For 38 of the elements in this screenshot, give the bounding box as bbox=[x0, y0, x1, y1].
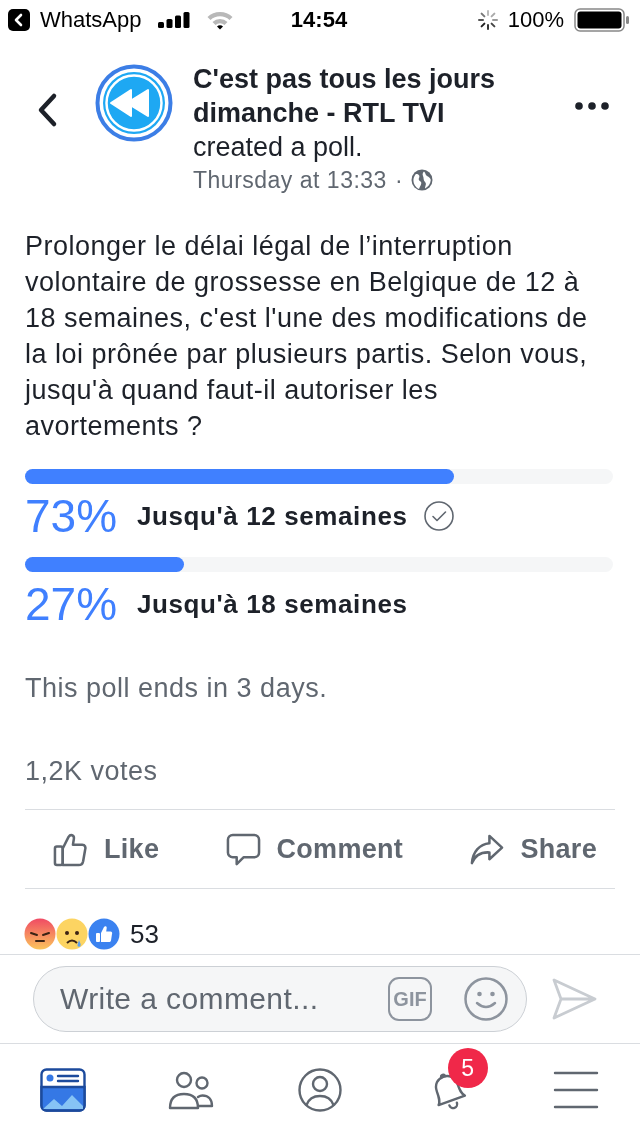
thumbs-up-icon bbox=[53, 831, 88, 867]
post-text: Prolonger le délai légal de l’interruption volontaire de grossesse en Belgique de 12 à 18 semaines, c'est l'une des modifications de la loi prônée par plusieurs partis. Selon vous, jusqu'à quand faut-il autoriser les avortements ? bbox=[23, 230, 589, 443]
post-timestamp[interactable]: Thursday at 13:33 bbox=[193, 166, 387, 194]
poll-option-label[interactable]: Jusqu'à 12 semaines bbox=[137, 500, 408, 532]
poll-end-notice: This poll ends in 3 days. bbox=[25, 673, 329, 703]
wifi-icon bbox=[205, 10, 234, 30]
share-button[interactable]: Share bbox=[469, 827, 597, 871]
more-options-icon[interactable] bbox=[575, 102, 609, 110]
back-app-label[interactable]: WhatsApp bbox=[40, 7, 142, 33]
feed-tab[interactable] bbox=[40, 1068, 86, 1112]
like-button[interactable]: Like bbox=[53, 827, 160, 871]
like-reaction-icon bbox=[88, 918, 120, 950]
sad-emoji-icon bbox=[56, 918, 88, 950]
profile-icon bbox=[296, 1068, 343, 1112]
angry-emoji-icon bbox=[24, 918, 56, 950]
smiley-icon[interactable] bbox=[464, 977, 508, 1021]
notification-badge: 5 bbox=[447, 1048, 488, 1088]
rewind-logo-icon[interactable] bbox=[95, 64, 173, 142]
poll-option-label[interactable]: Jusqu'à 18 semaines bbox=[137, 588, 408, 620]
vote-count[interactable]: 1,2K votes bbox=[25, 756, 615, 786]
signal-icon bbox=[157, 12, 190, 28]
profile-tab[interactable] bbox=[296, 1068, 343, 1112]
poll-percentage: 27% bbox=[25, 580, 119, 628]
activity-spinner-icon bbox=[477, 10, 498, 30]
poll-percentage: 73% bbox=[25, 492, 119, 540]
comment-icon bbox=[225, 831, 261, 867]
reaction-count[interactable]: 53 bbox=[130, 918, 159, 950]
post-action-text: created a poll. bbox=[193, 131, 363, 164]
back-app-icon[interactable] bbox=[8, 9, 30, 31]
separator-dot: · bbox=[394, 166, 404, 194]
comment-button[interactable]: Comment bbox=[225, 827, 404, 871]
notifications-tab[interactable]: 5 bbox=[424, 1048, 488, 1112]
globe-icon bbox=[411, 169, 434, 191]
back-icon[interactable] bbox=[36, 92, 58, 128]
news-feed-icon bbox=[40, 1068, 86, 1112]
clock-time: 14:54 bbox=[290, 7, 348, 33]
battery-icon bbox=[574, 8, 630, 32]
battery-percent: 100% bbox=[507, 7, 564, 33]
